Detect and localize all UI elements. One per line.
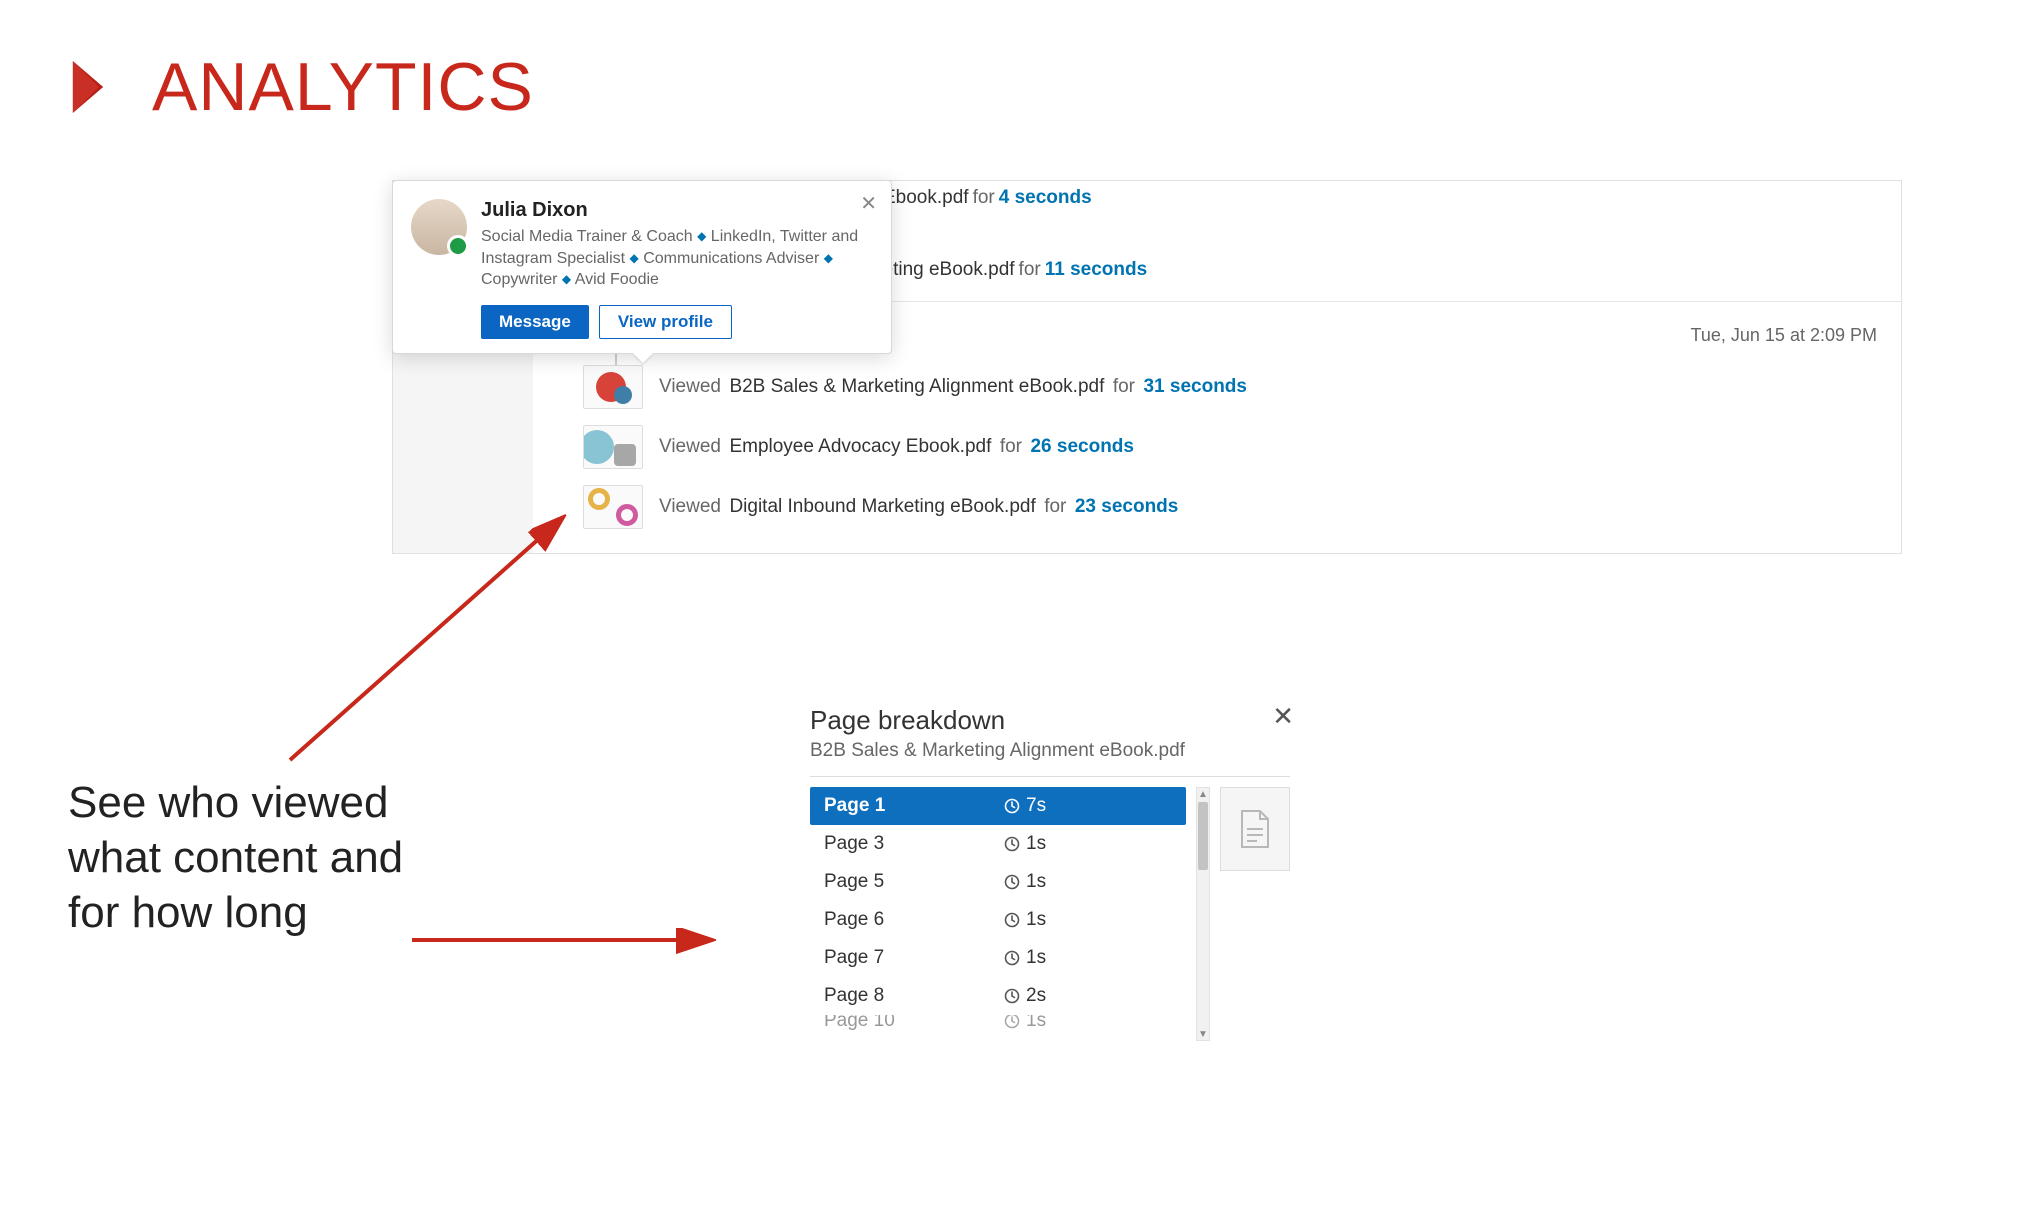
doc-name-fragment: keting eBook.pdf [873, 259, 1015, 281]
avatar[interactable] [411, 199, 467, 255]
scroll-up-icon[interactable]: ▲ [1197, 788, 1209, 800]
breakdown-row[interactable]: Page 8 2s [810, 977, 1186, 1015]
duration-link[interactable]: 11 seconds [1045, 259, 1147, 281]
breakdown-subtitle: B2B Sales & Marketing Alignment eBook.pd… [810, 740, 1290, 762]
slide-title: ANALYTICS [64, 48, 534, 126]
clock-icon [1004, 912, 1020, 928]
duration-link[interactable]: 26 seconds [1030, 436, 1134, 457]
breakdown-row[interactable]: Page 5 1s [810, 863, 1186, 901]
divider [810, 776, 1290, 777]
view-profile-button[interactable]: View profile [599, 305, 732, 339]
view-row[interactable]: Viewed Employee Advocacy Ebook.pdf for 2… [533, 417, 1901, 477]
document-thumbnail[interactable] [583, 425, 643, 469]
breakdown-title: Page breakdown [810, 705, 1290, 736]
arrow-icon [412, 925, 722, 955]
view-row[interactable]: Viewed Digital Inbound Marketing eBook.p… [533, 477, 1901, 553]
document-icon [1238, 809, 1272, 849]
scroll-thumb[interactable] [1198, 802, 1208, 870]
clock-icon [1004, 950, 1020, 966]
profile-headline: Social Media Trainer & Coach ◆ LinkedIn,… [481, 226, 873, 291]
document-preview-thumbnail[interactable] [1220, 787, 1290, 871]
breakdown-list: Page 1 7s Page 3 1s Page 5 1s Page 6 1s … [810, 787, 1186, 1041]
close-icon[interactable]: ✕ [860, 191, 877, 216]
clock-icon [1004, 874, 1020, 890]
callout-text: See who viewed what content and for how … [68, 775, 428, 940]
breakdown-row[interactable]: Page 3 1s [810, 825, 1186, 863]
breakdown-row[interactable]: Page 7 1s [810, 939, 1186, 977]
document-thumbnail[interactable] [583, 485, 643, 529]
doc-name: Digital Inbound Marketing eBook.pdf [729, 496, 1035, 517]
message-button[interactable]: Message [481, 305, 589, 339]
chevron-right-icon [64, 61, 112, 113]
duration-link[interactable]: 23 seconds [1075, 496, 1179, 517]
breakdown-row[interactable]: Page 10 1s [810, 1015, 1186, 1035]
doc-name-fragment: Ebook.pdf [883, 187, 969, 209]
profile-name[interactable]: Julia Dixon [481, 199, 873, 222]
doc-name: Employee Advocacy Ebook.pdf [729, 436, 991, 457]
timestamp: Tue, Jun 15 at 2:09 PM [1691, 325, 1877, 346]
clock-icon [1004, 1015, 1020, 1029]
view-row[interactable]: Viewed B2B Sales & Marketing Alignment e… [533, 357, 1901, 417]
slide-title-text: ANALYTICS [152, 48, 534, 126]
duration-link[interactable]: 4 seconds [999, 187, 1092, 209]
page-breakdown-panel: ✕ Page breakdown B2B Sales & Marketing A… [810, 705, 1290, 1041]
breakdown-row[interactable]: Page 1 7s [810, 787, 1186, 825]
scroll-down-icon[interactable]: ▼ [1197, 1028, 1209, 1040]
clock-icon [1004, 798, 1020, 814]
document-thumbnail[interactable] [583, 365, 643, 409]
arrow-icon [270, 500, 580, 780]
scrollbar[interactable]: ▲ ▼ [1196, 787, 1210, 1041]
clock-icon [1004, 836, 1020, 852]
doc-name: B2B Sales & Marketing Alignment eBook.pd… [729, 376, 1104, 397]
close-icon[interactable]: ✕ [1272, 701, 1294, 732]
hovercard-pointer [633, 353, 653, 363]
profile-hover-card: ✕ Julia Dixon Social Media Trainer & Coa… [392, 180, 892, 354]
duration-link[interactable]: 31 seconds [1143, 376, 1247, 397]
breakdown-row[interactable]: Page 6 1s [810, 901, 1186, 939]
clock-icon [1004, 988, 1020, 1004]
